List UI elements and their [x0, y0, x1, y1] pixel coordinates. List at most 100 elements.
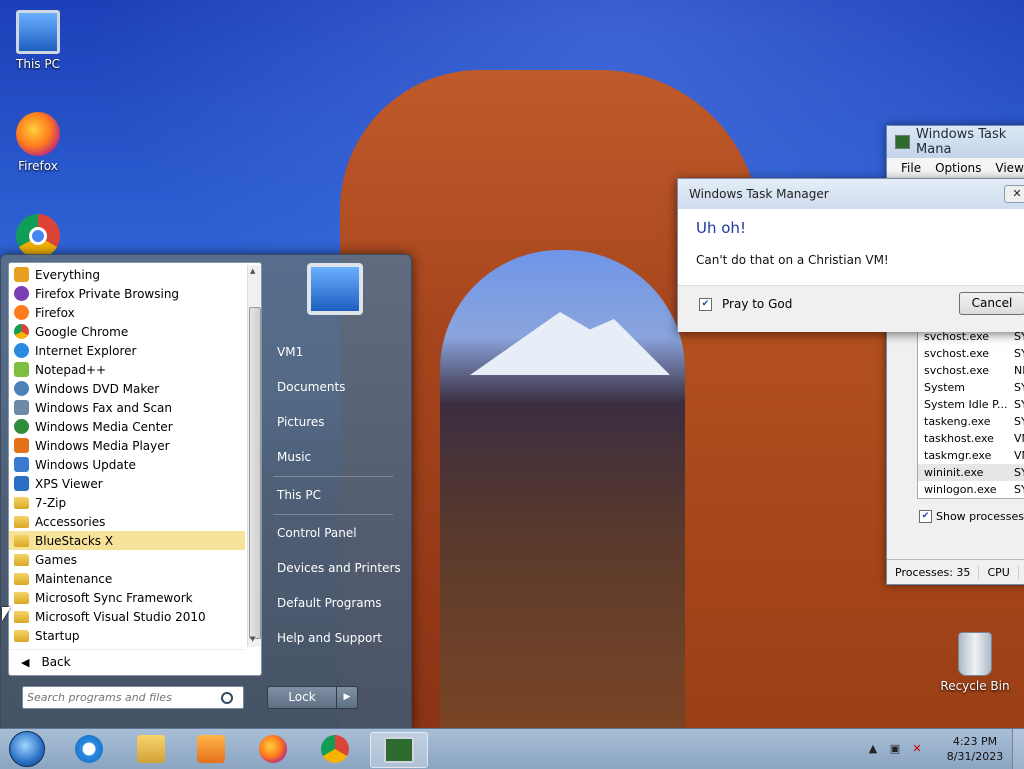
taskbar-clock[interactable]: 4:23 PM 8/31/2023 [940, 734, 1010, 764]
desktop-icon-this-pc[interactable]: This PC [3, 10, 73, 71]
taskbar-task-manager[interactable] [370, 732, 428, 768]
program-firefox-private[interactable]: Firefox Private Browsing [9, 284, 245, 303]
folder-7zip[interactable]: 7-Zip [9, 493, 245, 512]
back-button[interactable]: ◀ Back [9, 649, 245, 674]
program-dvd-maker[interactable]: Windows DVD Maker [9, 379, 245, 398]
program-list-scrollbar[interactable]: ▲ ▼ [247, 265, 261, 647]
start-search-box[interactable] [22, 686, 244, 709]
process-user: VN [1014, 449, 1024, 462]
program-xps-viewer[interactable]: XPS Viewer [9, 474, 245, 493]
separator [273, 514, 393, 515]
process-name: svchost.exe [924, 347, 990, 360]
link-pictures[interactable]: Pictures [263, 405, 403, 440]
menu-options[interactable]: Options [935, 161, 981, 175]
start-menu-right-pane: VM1 Documents Pictures Music This PC Con… [263, 335, 403, 656]
system-tray: ▲ ▣ ✕ [866, 733, 924, 765]
program-fax-and-scan[interactable]: Windows Fax and Scan [9, 398, 245, 417]
menu-view[interactable]: View [995, 161, 1023, 175]
table-row[interactable]: taskmgr.exe VN [918, 447, 1024, 464]
volume-muted-icon[interactable]: ✕ [910, 742, 924, 756]
show-processes-all-users[interactable]: ✔ Show processes fro [919, 510, 1024, 523]
uh-oh-dialog[interactable]: Windows Task Manager ✕ Uh oh! Can't do t… [677, 178, 1024, 332]
folder-icon [14, 572, 29, 585]
taskbar-file-explorer[interactable] [128, 732, 174, 766]
taskbar-media-player[interactable] [188, 732, 234, 766]
task-manager-title: Windows Task Mana [916, 127, 1007, 157]
network-icon[interactable]: ▣ [888, 742, 902, 756]
desktop-icon-firefox[interactable]: Firefox [3, 112, 73, 173]
process-name: taskhost.exe [924, 432, 994, 445]
folder-games[interactable]: Games [9, 550, 245, 569]
scroll-up-icon[interactable]: ▲ [250, 267, 255, 275]
process-name: System Idle P... [924, 398, 1008, 411]
folder-microsoft-sync-framework[interactable]: Microsoft Sync Framework [9, 588, 245, 607]
program-media-center[interactable]: Windows Media Center [9, 417, 245, 436]
folder-icon [14, 629, 29, 642]
show-desktop-button[interactable] [1012, 729, 1024, 769]
scrollbar-thumb[interactable] [249, 307, 261, 639]
scroll-down-icon[interactable]: ▼ [250, 635, 255, 643]
program-label: XPS Viewer [35, 476, 103, 491]
checkbox-checked-icon[interactable]: ✔ [919, 510, 932, 523]
program-windows-update[interactable]: Windows Update [9, 455, 245, 474]
folder-accessories[interactable]: Accessories [9, 512, 245, 531]
pray-to-god-label: Pray to God [722, 297, 793, 311]
program-firefox[interactable]: Firefox [9, 303, 245, 322]
taskbar-firefox[interactable] [250, 732, 296, 766]
dialog-titlebar[interactable]: Windows Task Manager ✕ [678, 179, 1024, 209]
table-row[interactable]: System SY [918, 379, 1024, 396]
back-label: Back [41, 655, 71, 669]
table-row[interactable]: winlogon.exe SY [918, 481, 1024, 498]
table-row[interactable]: taskeng.exe SY [918, 413, 1024, 430]
user-picture[interactable] [307, 263, 363, 315]
cancel-button[interactable]: Cancel [959, 292, 1024, 315]
folder-icon [14, 553, 29, 566]
folder-label: Maintenance [35, 571, 113, 586]
folder-visual-studio-2010[interactable]: Microsoft Visual Studio 2010 [9, 607, 245, 626]
link-music[interactable]: Music [263, 440, 403, 475]
program-internet-explorer[interactable]: Internet Explorer [9, 341, 245, 360]
dialog-message: Can't do that on a Christian VM! [696, 253, 889, 267]
folder-maintenance[interactable]: Maintenance [9, 569, 245, 588]
media-player-icon [14, 438, 29, 453]
program-media-player[interactable]: Windows Media Player [9, 436, 245, 455]
lock-button[interactable]: Lock [267, 686, 337, 709]
program-everything[interactable]: Everything [9, 265, 245, 284]
program-label: Everything [35, 267, 100, 282]
link-default-programs[interactable]: Default Programs [263, 586, 403, 621]
table-row[interactable]: taskhost.exe VN [918, 430, 1024, 447]
task-manager-titlebar[interactable]: Windows Task Mana [887, 126, 1024, 158]
desktop-icon-recycle-bin[interactable]: Recycle Bin [940, 632, 1010, 693]
link-user[interactable]: VM1 [263, 335, 403, 370]
menu-file[interactable]: File [901, 161, 921, 175]
fax-icon [14, 400, 29, 415]
start-button[interactable] [4, 731, 50, 767]
link-help-and-support[interactable]: Help and Support [263, 621, 403, 656]
link-documents[interactable]: Documents [263, 370, 403, 405]
search-input[interactable] [23, 690, 221, 705]
link-this-pc[interactable]: This PC [263, 478, 403, 513]
process-list[interactable]: svchost.exe SY svchost.exe SY svchost.exe N… [917, 327, 1024, 499]
table-row[interactable]: wininit.exe SY [918, 464, 1024, 481]
taskbar-internet-explorer[interactable] [66, 732, 112, 766]
all-programs-pane: Everything Firefox Private Browsing Fire… [8, 262, 262, 676]
table-row[interactable]: svchost.exe SY [918, 345, 1024, 362]
table-row[interactable]: svchost.exe NE [918, 362, 1024, 379]
folder-startup[interactable]: Startup [9, 626, 245, 645]
separator [273, 476, 393, 477]
search-icon[interactable] [221, 691, 233, 704]
link-devices-and-printers[interactable]: Devices and Printers [263, 551, 403, 586]
program-notepad-plus-plus[interactable]: Notepad++ [9, 360, 245, 379]
folder-label: BlueStacks X [35, 533, 114, 548]
close-icon[interactable]: ✕ [1004, 185, 1024, 203]
taskbar-chrome[interactable] [312, 732, 358, 766]
pray-to-god-checkbox[interactable]: ✔ Pray to God [699, 297, 792, 311]
link-control-panel[interactable]: Control Panel [263, 516, 403, 551]
table-row[interactable]: System Idle P... SY [918, 396, 1024, 413]
checkbox-checked-icon[interactable]: ✔ [699, 297, 712, 311]
lock-options-arrow-icon[interactable]: ▶ [336, 686, 358, 709]
program-label: Internet Explorer [35, 343, 137, 358]
folder-bluestacks-x[interactable]: BlueStacks X [9, 531, 245, 550]
show-hidden-icons-icon[interactable]: ▲ [866, 742, 880, 756]
program-chrome[interactable]: Google Chrome [9, 322, 245, 341]
